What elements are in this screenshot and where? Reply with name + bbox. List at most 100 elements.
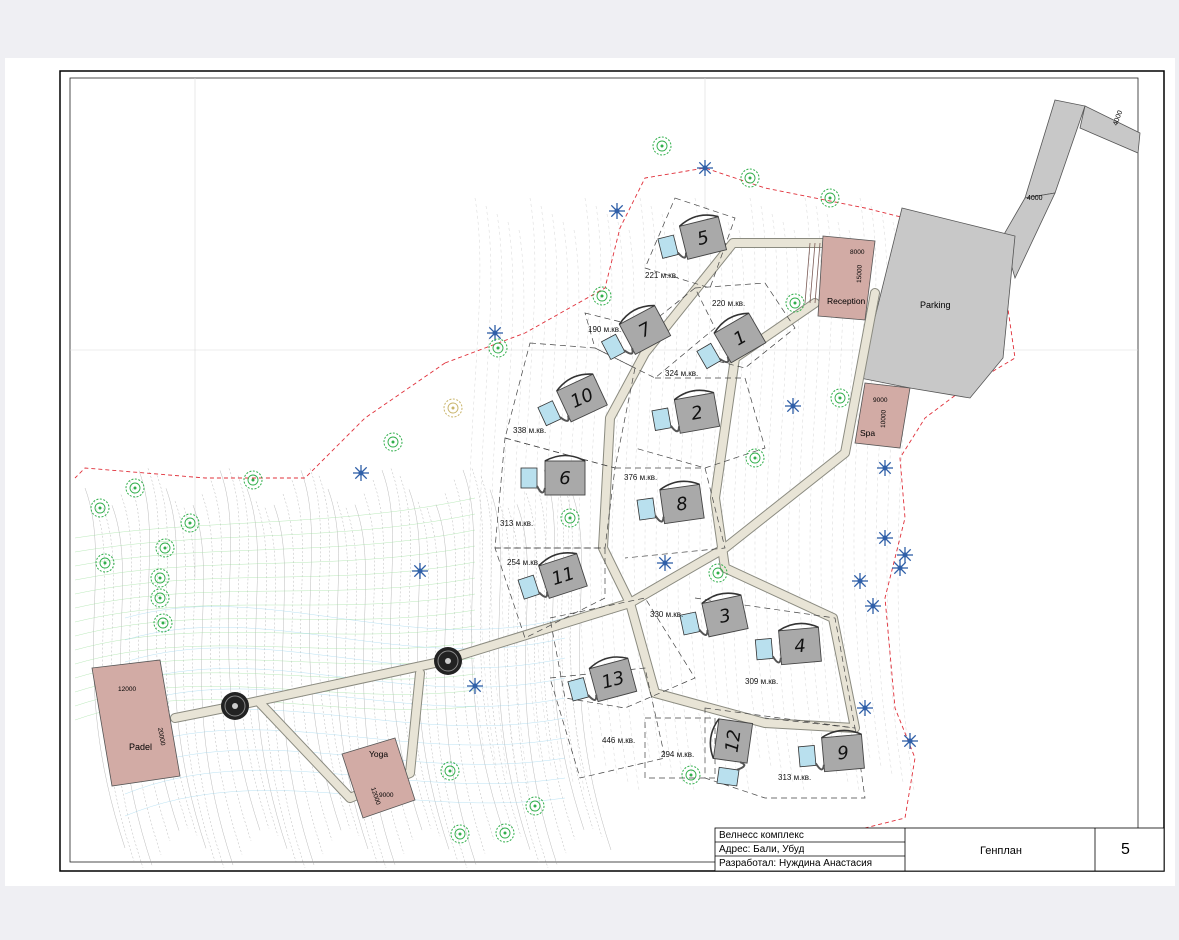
- tree-icon: [877, 530, 893, 546]
- tree-icon: [95, 553, 115, 573]
- house-pool: [651, 407, 672, 431]
- tree-icon: [525, 796, 545, 816]
- house-pool: [754, 638, 774, 661]
- house-pool: [657, 234, 679, 259]
- house-10: 10: [537, 373, 608, 427]
- tree-icon: [857, 700, 873, 716]
- terrain-contours: [74, 197, 915, 868]
- plot-area-label: 190 м.кв.: [588, 325, 621, 334]
- access-road-upper: [1024, 99, 1086, 199]
- tree-icon: [440, 761, 460, 781]
- dim-reception-w: 8000: [850, 249, 865, 256]
- reception-stairs: [804, 242, 821, 304]
- plot-area-label: 313 м.кв.: [500, 519, 533, 528]
- dim-yoga-w: 9000: [379, 792, 394, 799]
- tree-icon: [495, 823, 515, 843]
- tree-icon: [877, 460, 893, 476]
- plot-area-label: 294 м.кв.: [661, 750, 694, 759]
- tree-icon: [412, 563, 428, 579]
- plot-area-label: 254 м.кв.: [507, 558, 540, 567]
- house-deck: [736, 761, 746, 771]
- tree-icon: [902, 733, 918, 749]
- plot-area-label: 313 м.кв.: [778, 773, 811, 782]
- drawing-sheet: 4000 4000 Parking 1 2 3 4 5 6 7 8 9 10 1…: [5, 58, 1175, 886]
- tree-icon: [150, 588, 170, 608]
- house-8: 8: [636, 480, 705, 525]
- tree-icon: [180, 513, 200, 533]
- house-roof-arc: [544, 454, 586, 462]
- house-number: 12: [722, 728, 746, 754]
- house-3: 3: [679, 592, 749, 638]
- tree-icon: [150, 568, 170, 588]
- padel-label: Padel: [129, 742, 152, 752]
- plaza-west: [221, 692, 249, 720]
- house-pool: [696, 342, 722, 370]
- house-pool: [797, 745, 817, 768]
- tree-icon: [830, 388, 850, 408]
- site-plan: 4000 4000 Parking 12345678910111213 221 …: [59, 70, 1165, 872]
- tree-icon: [609, 203, 625, 219]
- house-6: 6: [520, 454, 586, 496]
- reception-building: [817, 235, 876, 321]
- house-number: 9: [836, 743, 849, 765]
- tree-icon: [353, 465, 369, 481]
- tree-icon: [657, 555, 673, 571]
- tree-icon: [243, 470, 263, 490]
- plot-area-label: 330 м.кв.: [650, 610, 683, 619]
- tree-icon: [785, 293, 805, 313]
- house-pool: [636, 497, 657, 521]
- plot-area-label: 309 м.кв.: [745, 677, 778, 686]
- tree-icon: [90, 498, 110, 518]
- plaza-central: [434, 647, 462, 675]
- house-4: 4: [754, 622, 822, 666]
- tree-icon: [697, 160, 713, 176]
- tree-icon: [592, 286, 612, 306]
- plot-area-label: 338 м.кв.: [513, 426, 546, 435]
- house-2: 2: [651, 389, 721, 434]
- tree-icon: [892, 560, 908, 576]
- house-pool: [537, 400, 562, 427]
- plot-area-label: 446 м.кв.: [602, 736, 635, 745]
- tree-icon: [852, 573, 868, 589]
- title-sheet-number: 5: [1121, 841, 1130, 858]
- house-pool: [716, 766, 740, 787]
- plot-area-label: 220 м.кв.: [712, 299, 745, 308]
- tree-icon: [467, 678, 483, 694]
- plot-area-label: 324 м.кв.: [665, 369, 698, 378]
- house-pool: [600, 333, 626, 361]
- yoga-label: Yoga: [369, 749, 388, 759]
- site-boundary-west: [74, 362, 446, 479]
- reception-label: Reception: [827, 296, 866, 306]
- tree-icon: [488, 338, 508, 358]
- house-deck: [814, 762, 825, 771]
- dim-padel-w: 12000: [118, 686, 136, 693]
- spa-label: Spa: [860, 428, 875, 438]
- house-pool: [520, 467, 538, 489]
- house-number: 4: [793, 636, 806, 658]
- house-deck: [771, 655, 782, 664]
- tree-icon: [820, 188, 840, 208]
- tree-icon: [487, 325, 503, 341]
- parking-label: Parking: [920, 300, 951, 310]
- tree-icon: [785, 398, 801, 414]
- tree-icon: [383, 432, 403, 452]
- tree-icon: [560, 508, 580, 528]
- house-9: 9: [797, 729, 865, 773]
- title-sheet-name: Генплан: [980, 845, 1022, 857]
- dim-road-mid: 4000: [1027, 195, 1043, 202]
- title-author: Разработал: Нуждина Анастасия: [719, 858, 873, 869]
- tree-icon: [153, 613, 173, 633]
- plot-area-label: 221 м.кв.: [645, 271, 678, 280]
- house-deck: [536, 485, 546, 494]
- access-road-east: [1079, 105, 1141, 154]
- dim-spa-w: 9000: [873, 397, 888, 404]
- house-pool: [517, 574, 540, 600]
- house-pool: [567, 677, 590, 702]
- tree-icon: [652, 136, 672, 156]
- tree-icon: [443, 398, 463, 418]
- title-address: Адрес: Бали, Убуд: [719, 844, 805, 855]
- house-number: 6: [559, 468, 570, 489]
- house-12: 12: [709, 718, 754, 787]
- tree-icon: [450, 824, 470, 844]
- house-13: 13: [567, 656, 638, 703]
